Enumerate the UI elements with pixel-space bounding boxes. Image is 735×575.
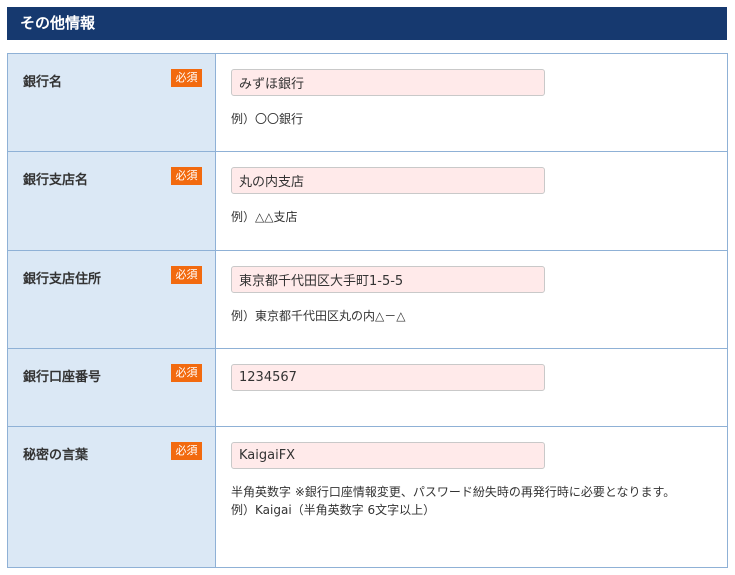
branch-address-example: 例）東京都千代田区丸の内△－△	[231, 309, 406, 323]
label-cell: 秘密の言葉 必須	[8, 427, 216, 567]
secret-word-note: 半角英数字 ※銀行口座情報変更、パスワード紛失時の再発行時に必要となります。	[231, 485, 676, 499]
value-cell: 半角英数字 ※銀行口座情報変更、パスワード紛失時の再発行時に必要となります。 例…	[216, 427, 727, 567]
bank-info-form: 銀行名 必須 例）〇〇銀行 銀行支店名 必須 例）△△支店 銀行支店住所 必須 …	[7, 53, 728, 568]
form-row-branch-name: 銀行支店名 必須 例）△△支店	[8, 152, 727, 251]
required-badge: 必須	[171, 364, 202, 382]
label-cell: 銀行名 必須	[8, 54, 216, 151]
account-number-input[interactable]	[231, 364, 545, 391]
branch-name-label: 銀行支店名	[23, 173, 89, 188]
required-badge: 必須	[171, 69, 202, 87]
form-row-branch-address: 銀行支店住所 必須 例）東京都千代田区丸の内△－△	[8, 251, 727, 349]
form-row-account-number: 銀行口座番号 必須	[8, 349, 727, 427]
required-badge: 必須	[171, 266, 202, 284]
account-number-label: 銀行口座番号	[23, 370, 102, 385]
bank-name-input[interactable]	[231, 69, 545, 96]
branch-name-input[interactable]	[231, 167, 545, 194]
label-cell: 銀行支店住所 必須	[8, 251, 216, 348]
secret-word-input[interactable]	[231, 442, 545, 469]
secret-word-label: 秘密の言葉	[23, 448, 89, 463]
bank-name-label: 銀行名	[23, 75, 63, 90]
label-cell: 銀行支店名 必須	[8, 152, 216, 250]
secret-word-hint: 半角英数字 ※銀行口座情報変更、パスワード紛失時の再発行時に必要となります。 例…	[231, 483, 676, 519]
bank-name-example: 例）〇〇銀行	[231, 112, 304, 126]
required-badge: 必須	[171, 167, 202, 185]
section-header: その他情報	[7, 7, 727, 40]
value-cell: 例）〇〇銀行	[216, 54, 727, 151]
form-row-secret-word: 秘密の言葉 必須 半角英数字 ※銀行口座情報変更、パスワード紛失時の再発行時に必…	[8, 427, 727, 567]
form-row-bank-name: 銀行名 必須 例）〇〇銀行	[8, 54, 727, 152]
required-badge: 必須	[171, 442, 202, 460]
secret-word-example: 例）Kaigai（半角英数字 6文字以上）	[231, 503, 436, 517]
value-cell: 例）東京都千代田区丸の内△－△	[216, 251, 727, 348]
value-cell: 例）△△支店	[216, 152, 727, 250]
branch-name-example: 例）△△支店	[231, 210, 298, 224]
branch-address-input[interactable]	[231, 266, 545, 293]
branch-address-label: 銀行支店住所	[23, 272, 102, 287]
value-cell	[216, 349, 727, 426]
label-cell: 銀行口座番号 必須	[8, 349, 216, 426]
